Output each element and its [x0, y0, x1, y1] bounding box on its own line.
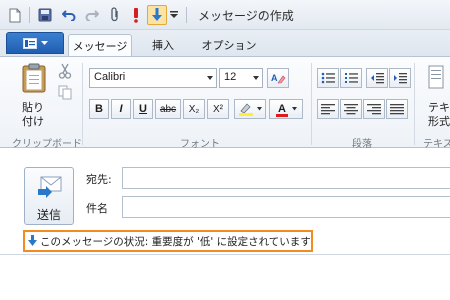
svg-text:A: A — [271, 73, 278, 83]
file-menu-icon — [22, 37, 37, 49]
message-info-bar: このメッセージの状況: 重要度が '低' に設定されています — [23, 230, 313, 252]
subject-field[interactable] — [122, 196, 450, 218]
align-center-icon — [344, 104, 358, 115]
align-left-icon — [321, 104, 335, 115]
align-right-icon — [367, 104, 381, 115]
customize-toolbar-icon[interactable] — [168, 5, 180, 25]
text-format-button[interactable]: テキ 形式 — [420, 63, 450, 129]
cut-icon[interactable] — [58, 63, 74, 79]
highlighter-icon — [239, 103, 253, 116]
new-document-icon[interactable] — [6, 5, 24, 25]
ribbon-panel: 貼り 付け クリップボード Calibri 12 A B I U abc X₂ … — [0, 56, 450, 150]
numbering-button[interactable] — [340, 68, 362, 88]
save-icon[interactable] — [36, 5, 54, 25]
highlight-color-button[interactable] — [234, 99, 266, 119]
font-name-value: Calibri — [94, 71, 126, 83]
increase-indent-icon — [394, 73, 407, 84]
tab-insert[interactable]: 挿入 — [140, 34, 186, 56]
paragraph-group-label: 段落 — [352, 139, 372, 150]
underline-button[interactable]: U — [133, 99, 153, 119]
font-size-dropdown[interactable]: 12 — [219, 68, 263, 88]
redo-icon[interactable] — [83, 5, 101, 25]
decrease-indent-icon — [371, 73, 384, 84]
increase-indent-button[interactable] — [389, 68, 411, 88]
high-importance-icon[interactable] — [127, 5, 145, 25]
tab-message[interactable]: メッセージ — [68, 34, 132, 56]
clear-formatting-icon: A — [271, 73, 286, 84]
title-bar: メッセージの作成 — [0, 0, 450, 30]
text-format-label: テキ 形式 — [428, 101, 450, 128]
font-size-value: 12 — [224, 71, 237, 83]
low-importance-arrow-icon — [28, 235, 37, 246]
align-center-button[interactable] — [340, 99, 362, 119]
justify-icon — [390, 104, 404, 115]
bold-button[interactable]: B — [89, 99, 109, 119]
text-group-label: テキス — [423, 139, 450, 150]
low-importance-icon[interactable] — [147, 5, 167, 25]
send-mail-icon — [38, 176, 62, 198]
clear-formatting-button[interactable]: A — [267, 68, 289, 88]
paste-label: 貼り 付け — [22, 101, 44, 128]
font-color-icon: A — [276, 103, 288, 117]
clipboard-group-label: クリップボード — [12, 139, 82, 150]
to-label: 宛先: — [86, 173, 112, 186]
tab-options[interactable]: オプション — [196, 34, 262, 56]
paste-button[interactable]: 貼り 付け — [14, 61, 54, 131]
superscript-button[interactable]: X² — [207, 99, 229, 119]
subscript-button[interactable]: X₂ — [183, 99, 205, 119]
attach-icon[interactable] — [106, 5, 124, 25]
align-left-button[interactable] — [317, 99, 339, 119]
document-icon — [428, 65, 444, 89]
font-name-dropdown[interactable]: Calibri — [89, 68, 217, 88]
ribbon-tab-row: メッセージ 挿入 オプション — [0, 30, 450, 56]
send-button[interactable]: 送信 — [24, 167, 74, 225]
message-body[interactable] — [0, 255, 450, 300]
bullet-list-icon — [321, 72, 335, 84]
subject-label: 件名 — [86, 202, 108, 215]
svg-text:A: A — [278, 103, 286, 115]
window-title: メッセージの作成 — [198, 9, 294, 23]
to-field[interactable] — [122, 167, 450, 189]
italic-button[interactable]: I — [111, 99, 131, 119]
strikethrough-button[interactable]: abc — [155, 99, 181, 119]
file-tab[interactable] — [6, 32, 64, 54]
bullets-button[interactable] — [317, 68, 339, 88]
align-right-button[interactable] — [363, 99, 385, 119]
font-group-label: フォント — [180, 139, 220, 150]
numbered-list-icon — [345, 73, 358, 83]
paste-icon — [22, 63, 46, 93]
font-color-button[interactable]: A — [269, 99, 303, 119]
decrease-indent-button[interactable] — [366, 68, 388, 88]
copy-icon[interactable] — [58, 85, 74, 101]
justify-button[interactable] — [386, 99, 408, 119]
undo-icon[interactable] — [60, 5, 78, 25]
send-label: 送信 — [36, 208, 61, 222]
info-text: このメッセージの状況: 重要度が '低' に設定されています — [40, 235, 311, 248]
